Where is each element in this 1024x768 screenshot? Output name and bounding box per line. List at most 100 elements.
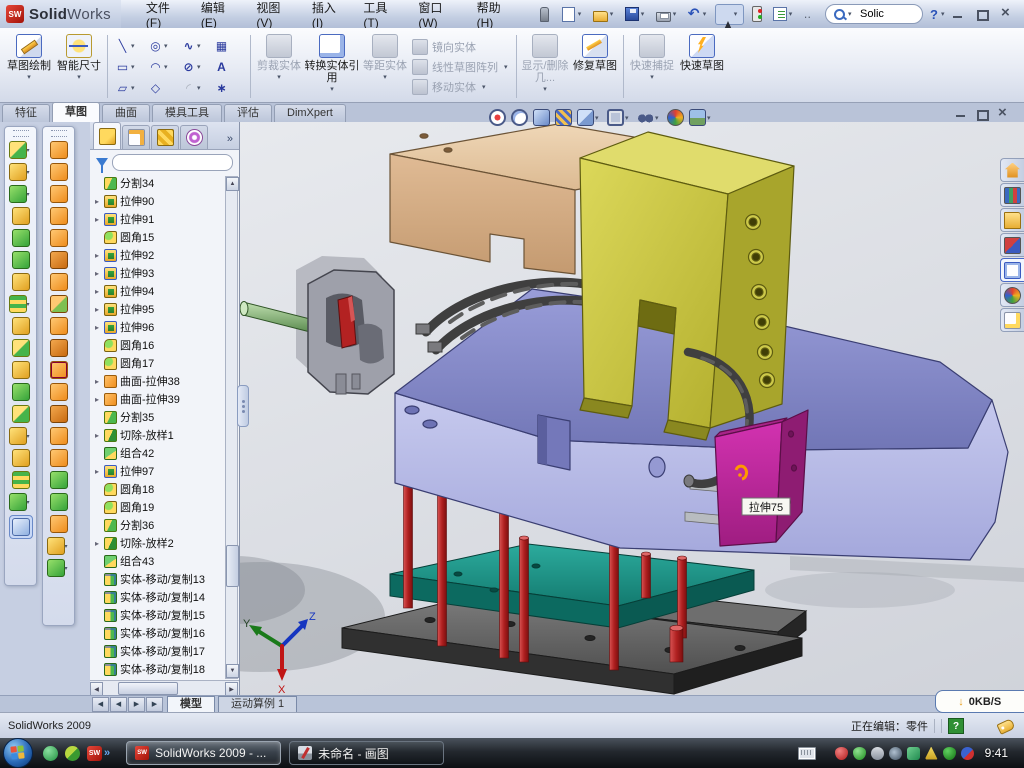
ellipse-button[interactable]: ⊘ <box>179 56 212 77</box>
tab-评估[interactable]: 评估 <box>224 104 272 122</box>
expand-arrow-icon[interactable]: ▸ <box>93 539 101 548</box>
taskpane-tab-toolbox[interactable] <box>1000 233 1024 257</box>
offset-entities-button[interactable]: 等距实体 <box>360 31 410 102</box>
taskpane-tab-design-library[interactable] <box>1000 183 1024 207</box>
filled-surface-button[interactable] <box>50 229 68 247</box>
quick-launch-overflow-icon[interactable]: » <box>104 747 110 759</box>
linear-sketch-pattern-button[interactable]: 线性草图阵列 <box>412 59 511 75</box>
expand-arrow-icon[interactable]: ▸ <box>93 467 101 476</box>
search-input[interactable] <box>858 7 914 21</box>
expand-arrow-icon[interactable]: ▸ <box>93 431 101 440</box>
tree-item[interactable]: ▸拉伸95 <box>90 300 226 318</box>
trim-entities-button[interactable]: 剪裁实体 <box>254 31 304 102</box>
doc-minimize-button[interactable] <box>953 107 968 120</box>
lofted-boss-button[interactable] <box>12 229 30 247</box>
search-box[interactable] <box>825 4 923 24</box>
expand-arrow-icon[interactable]: ▸ <box>93 197 101 206</box>
reference-axis-button[interactable] <box>12 471 30 489</box>
doc-close-button[interactable] <box>995 107 1010 120</box>
tree-item[interactable]: 实体-移动/复制14 <box>90 588 226 606</box>
taskpane-tab-file-explorer[interactable] <box>1000 208 1024 232</box>
tree-item[interactable]: ▸曲面-拉伸39 <box>90 390 226 408</box>
tab-草图[interactable]: 草图 <box>52 102 100 122</box>
draft-button[interactable] <box>12 339 30 357</box>
circle-button[interactable]: ◎ <box>146 35 179 56</box>
line-button[interactable]: ╲ <box>113 35 146 56</box>
help-button[interactable]: ? <box>926 5 950 24</box>
tree-item[interactable]: 实体-移动/复制17 <box>90 642 226 660</box>
minimize-button[interactable] <box>950 7 966 21</box>
tree-item[interactable]: ▸拉伸91 <box>90 210 226 228</box>
panel-tab-configuration-manager[interactable] <box>151 125 179 149</box>
tree-item[interactable]: ▸拉伸96 <box>90 318 226 336</box>
toolbar-grip[interactable] <box>51 130 67 137</box>
antivirus-icon[interactable] <box>65 746 80 761</box>
move-copy-body-button[interactable] <box>12 405 30 423</box>
curve-pattern-button[interactable] <box>47 537 71 555</box>
sync-icon[interactable] <box>961 747 974 760</box>
instant3d-button[interactable] <box>9 515 33 539</box>
zoom-area-button[interactable] <box>510 108 529 127</box>
network-icon[interactable] <box>907 747 920 760</box>
tree-vertical-scrollbar[interactable]: ▲ ▼ <box>225 176 238 679</box>
part-slide-clamp[interactable] <box>240 256 394 394</box>
mirror-entities-button[interactable]: 镜向实体 <box>412 39 511 55</box>
tree-item[interactable]: 圆角18 <box>90 480 226 498</box>
convert-entities-button[interactable]: 转换实体引用 <box>304 31 360 102</box>
scroll-left-button[interactable]: ◀ <box>90 682 103 696</box>
tree-item[interactable]: 圆角15 <box>90 228 226 246</box>
trim-surface-button[interactable] <box>50 427 68 445</box>
smart-dimension-button[interactable]: 智能尺寸 <box>54 31 104 102</box>
tree-item[interactable]: ▸切除-放样2 <box>90 534 226 552</box>
tree-item[interactable]: 组合43 <box>90 552 226 570</box>
display-delete-relations-button[interactable]: 显示/删除几... <box>520 31 570 102</box>
reference-plane-button[interactable] <box>12 449 30 467</box>
linear-pattern-button[interactable] <box>9 295 33 313</box>
tree-item[interactable]: ▸拉伸90 <box>90 192 226 210</box>
panel-tab-feature-manager[interactable] <box>93 122 121 149</box>
swept-surface-button[interactable] <box>50 141 68 159</box>
taskpane-tab-custom-properties[interactable] <box>1000 308 1024 332</box>
sketch-fillet-button[interactable]: ◜ <box>179 77 212 98</box>
tree-item[interactable]: 实体-移动/复制16 <box>90 624 226 642</box>
offset-surface-button[interactable] <box>50 295 68 313</box>
polygon-button[interactable]: ◇ <box>146 77 179 98</box>
curve-pattern-button[interactable] <box>9 427 33 445</box>
freeform-surface-button[interactable] <box>50 251 68 269</box>
taskpane-tab-home[interactable] <box>1000 158 1024 182</box>
scroll-up-button[interactable]: ▲ <box>226 177 239 191</box>
quick-tips-icon[interactable]: ? <box>948 718 964 734</box>
security-green-icon[interactable] <box>853 747 866 760</box>
messenger-icon[interactable] <box>43 746 58 761</box>
tree-item[interactable]: 分割34 <box>90 174 226 192</box>
replace-face-button[interactable] <box>50 515 68 533</box>
expand-arrow-icon[interactable]: ▸ <box>93 269 101 278</box>
security-red-icon[interactable] <box>835 747 848 760</box>
extruded-boss-button[interactable] <box>9 141 33 159</box>
fillet-surface-button[interactable] <box>50 471 68 489</box>
tree-item[interactable]: ▸拉伸92 <box>90 246 226 264</box>
expand-arrow-icon[interactable]: ▸ <box>93 215 101 224</box>
tab-模具工具[interactable]: 模具工具 <box>152 104 222 122</box>
sketch-draw-button[interactable]: 草图绘制 <box>4 31 54 102</box>
new-document-button[interactable] <box>558 4 587 25</box>
rib-button[interactable] <box>12 317 30 335</box>
scroll-right-button[interactable]: ▶ <box>225 682 238 696</box>
tab-特征[interactable]: 特征 <box>2 104 50 122</box>
tab-nav-prev-button[interactable]: ◀ <box>92 697 109 712</box>
scroll-down-button[interactable]: ▼ <box>226 664 239 678</box>
print-button[interactable] <box>653 5 682 24</box>
tree-item[interactable]: ▸切除-放样1 <box>90 426 226 444</box>
shield-plus-icon[interactable] <box>943 747 956 760</box>
apply-scene-button[interactable] <box>688 108 715 127</box>
undo-button[interactable] <box>685 5 712 24</box>
zoom-fit-button[interactable] <box>488 108 507 127</box>
taskbar-button[interactable]: 未命名 - 画图 <box>289 741 444 765</box>
rapid-sketch-button[interactable]: 快速草图 <box>677 31 727 102</box>
extend-surface-button[interactable] <box>50 339 68 357</box>
arc-button[interactable]: ◠ <box>146 56 179 77</box>
dome-button[interactable] <box>50 493 68 511</box>
expand-arrow-icon[interactable]: ▸ <box>93 377 101 386</box>
tree-item[interactable]: 实体-移动/复制13 <box>90 570 226 588</box>
repair-sketch-button[interactable]: 修复草图 <box>570 31 620 102</box>
